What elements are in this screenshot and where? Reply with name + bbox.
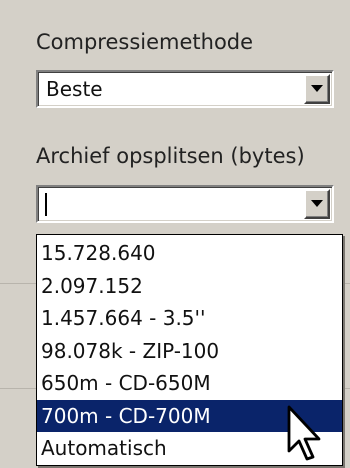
dropdown-option[interactable]: 2.097.152 (37, 270, 342, 303)
dropdown-option[interactable]: 650m - CD-650M (37, 367, 342, 400)
compression-dropdown-button[interactable] (304, 74, 330, 104)
split-archive-label: Archief opsplitsen (bytes) (36, 144, 305, 168)
chevron-down-icon (311, 200, 323, 207)
compression-method-value: Beste (46, 77, 103, 101)
dialog-panel: Compressiemethode Beste Archief opsplits… (0, 0, 350, 468)
dropdown-option[interactable]: 1.457.664 - 3.5'' (37, 302, 342, 335)
compression-method-label: Compressiemethode (36, 30, 254, 54)
split-dropdown-button[interactable] (304, 189, 330, 219)
arrow-pointer-icon (287, 405, 321, 461)
dropdown-option[interactable]: 98.078k - ZIP-100 (37, 335, 342, 368)
dropdown-option[interactable]: 15.728.640 (37, 237, 342, 270)
text-caret (45, 193, 47, 216)
split-archive-combo[interactable] (36, 185, 334, 223)
compression-method-select[interactable]: Beste (36, 70, 334, 108)
chevron-down-icon (311, 85, 323, 92)
